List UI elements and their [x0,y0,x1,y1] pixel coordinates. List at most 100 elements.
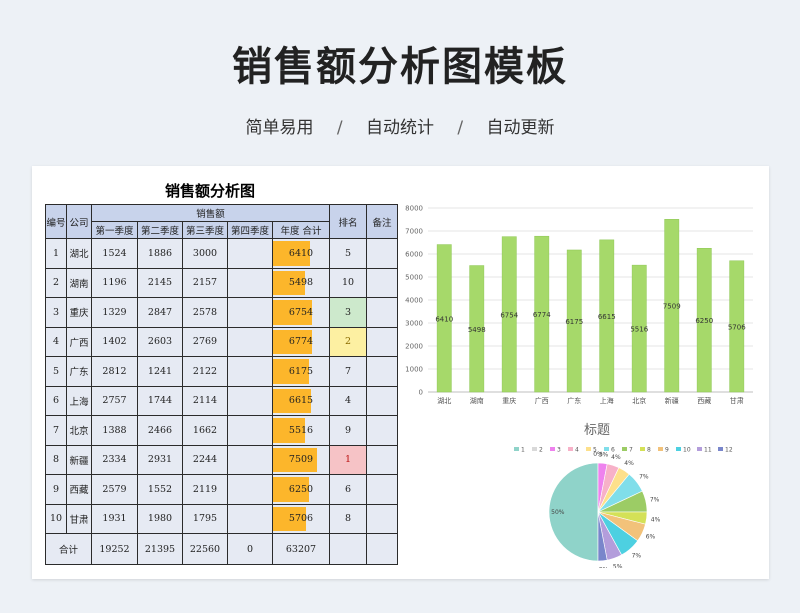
legend-swatch [640,447,645,451]
cell-q3: 2244 [182,444,228,475]
total-q4: 0 [227,533,273,565]
cell-company: 湖南 [66,267,92,298]
header-note: 备注 [366,204,398,239]
cell-q1: 2812 [91,356,138,387]
cell-q3: 2122 [182,356,228,387]
cell-note [366,238,398,269]
cell-total: 6774 [272,326,330,357]
cell-q1: 1524 [91,238,138,269]
legend-label: 6 [611,447,615,454]
cell-q4 [227,444,273,475]
total-value: 6754 [288,306,314,318]
table-row: 2 湖南 1196 2145 2157 5498 10 [45,267,398,298]
legend-swatch [586,447,591,451]
legend-label: 10 [683,447,691,454]
cell-no: 6 [45,385,67,416]
pie-value-label: 5% [613,564,623,568]
y-tick-label: 0 [419,389,423,397]
cell-no: 5 [45,356,67,387]
cell-note [366,297,398,328]
header-q3: 第三季度 [182,221,228,239]
legend-swatch [676,447,681,451]
cell-total: 6410 [272,238,330,269]
cell-note [366,326,398,357]
header-q4: 第四季度 [227,221,273,239]
bar-value-label: 7509 [663,303,681,311]
legend-label: 1 [521,447,525,454]
table-row: 3 重庆 1329 2847 2578 6754 3 [45,297,398,328]
cell-q2: 2603 [137,326,183,357]
bar-value-label: 6754 [500,311,518,319]
cell-q4 [227,326,273,357]
cell-company: 重庆 [66,297,92,328]
cell-q2: 2931 [137,444,183,475]
category-label: 广东 [567,396,581,405]
cell-rank: 4 [329,385,367,416]
y-tick-label: 3000 [405,320,423,328]
legend-swatch [550,447,555,451]
cell-rank: 1 [329,444,367,475]
total-annual: 63207 [272,533,330,565]
cell-q3: 2114 [182,385,228,416]
cell-q1: 2334 [91,444,138,475]
legend-label: 4 [575,447,579,454]
cell-no: 9 [45,474,67,505]
cell-no: 3 [45,297,67,328]
cell-note [366,444,398,475]
total-q1: 19252 [91,533,138,565]
cell-rank: 8 [329,503,367,534]
table-row: 5 广东 2812 1241 2122 6175 7 [45,356,398,387]
total-value: 6175 [288,365,314,377]
cell-rank: 10 [329,267,367,298]
table-row: 10 甘肃 1931 1980 1795 5706 8 [45,503,398,534]
cell-note [366,474,398,505]
cell-note [366,415,398,446]
header-company: 公司 [66,204,92,239]
cell-note [366,503,398,534]
legend-label: 3 [557,447,561,454]
cell-no: 4 [45,326,67,357]
bar-value-label: 6410 [435,315,453,323]
subtitle-separator: / [457,118,464,138]
total-value: 7509 [288,454,314,466]
subtitle: 简单易用 / 自动统计 / 自动更新 [0,113,800,138]
category-label: 湖北 [437,396,451,405]
legend-swatch [514,447,519,451]
subtitle-item: 自动统计 [366,118,434,138]
pie-value-label: 4% [611,454,621,461]
cell-q4 [227,385,273,416]
bar-chart: 0 1000 2000 3000 4000 5000 6000 7000 8000 6410 湖北 5… [405,205,753,405]
header-no: 编号 [45,204,67,239]
cell-q4 [227,238,273,269]
cell-q3: 1795 [182,503,228,534]
page-title: 销售额分析图模板 [232,44,568,90]
cell-note [366,385,398,416]
bar-value-label: 6615 [598,313,616,321]
header-rank: 排名 [329,204,367,239]
cell-q2: 1241 [137,356,183,387]
cell-company: 湖北 [66,238,92,269]
cell-company: 新疆 [66,444,92,475]
header-q1: 第一季度 [91,221,138,239]
category-label: 重庆 [502,396,516,405]
cell-q4 [227,503,273,534]
y-tick-label: 5000 [405,274,423,282]
table-row: 8 新疆 2334 2931 2244 7509 1 [45,444,398,475]
cell-total: 6175 [272,356,330,387]
cell-no: 1 [45,238,67,269]
legend-label: 12 [725,447,733,454]
cell-no: 10 [45,503,67,534]
bar-value-label: 5706 [728,323,746,331]
cell-company: 西藏 [66,474,92,505]
category-label: 新疆 [665,396,679,405]
total-value: 6410 [288,247,314,259]
cell-note [366,267,398,298]
cell-q1: 1196 [91,267,138,298]
pie-value-label: 3% [599,451,609,458]
cell-total: 6615 [272,385,330,416]
legend-swatch [718,447,723,451]
pie-value-label: 7% [650,496,660,503]
pie-value-label: 7% [639,473,649,480]
sales-table: 编号 公司 销售额 排名 备注 第一季度 第二季度 第三季度 第四季度 年度 合… [45,204,398,565]
legend-swatch [622,447,627,451]
